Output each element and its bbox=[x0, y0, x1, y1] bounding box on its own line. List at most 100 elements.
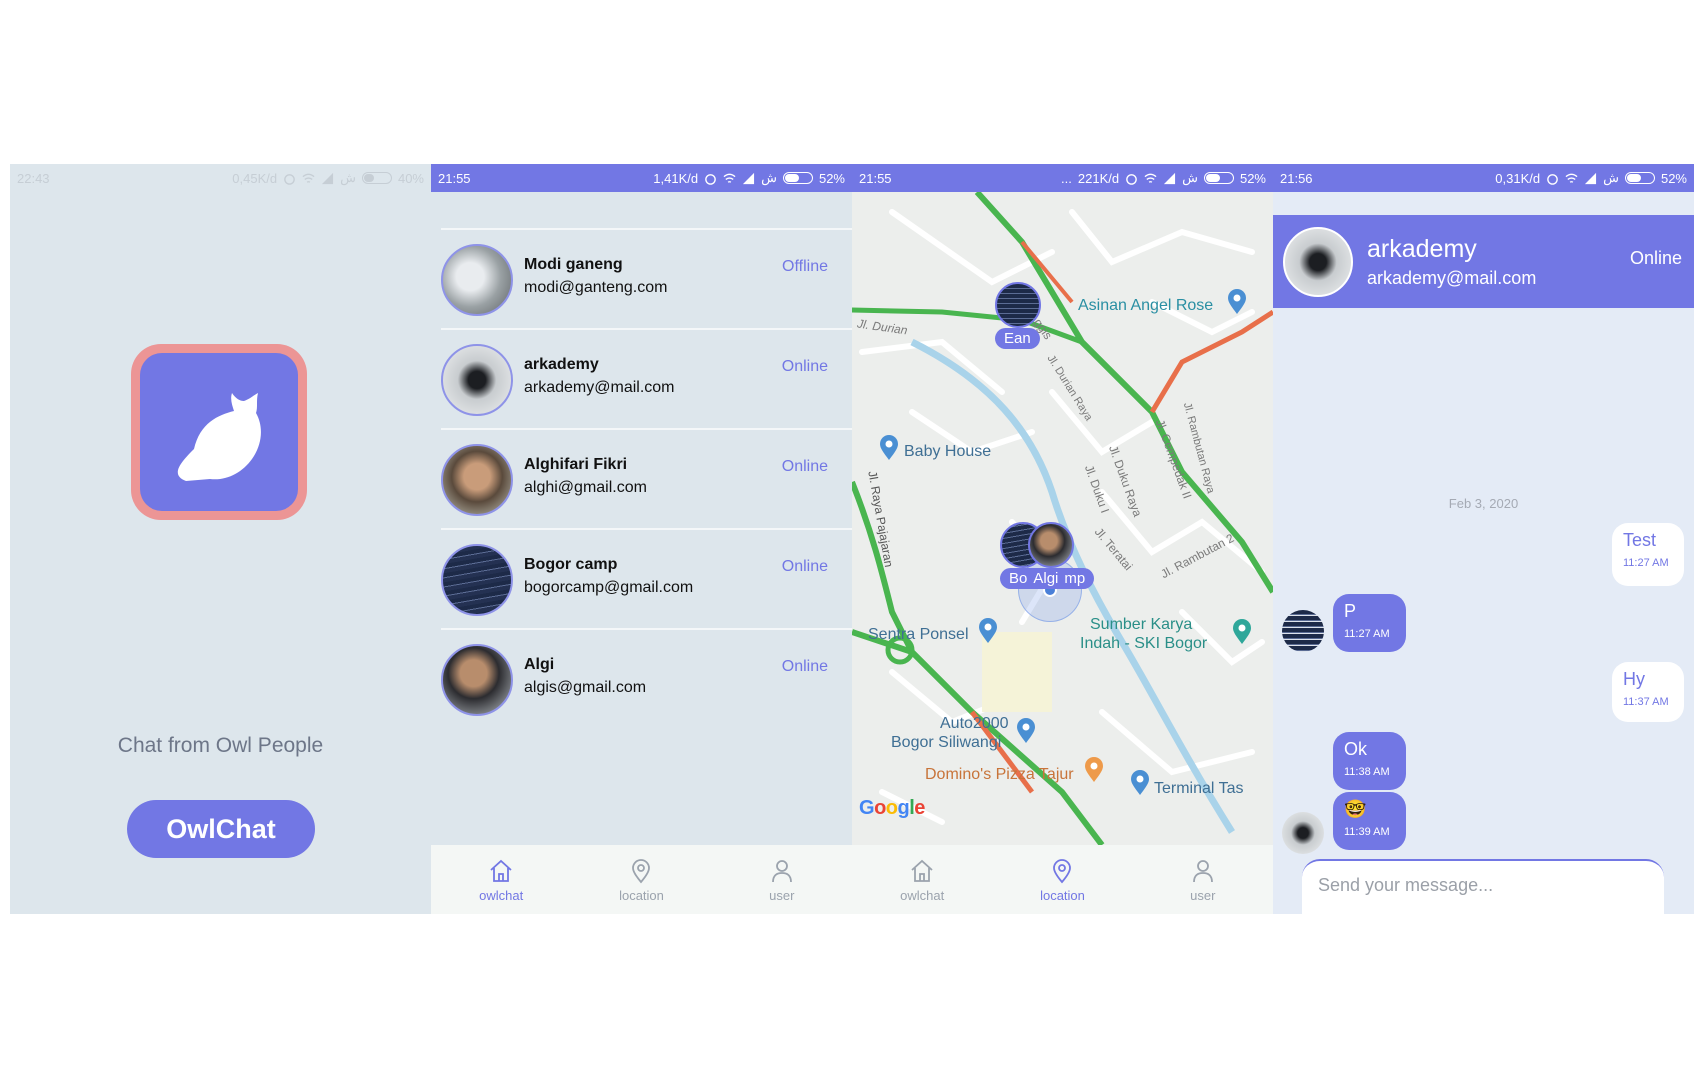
splash-screen: 22:43 0,45K/d ش 40% Chat from Owl People… bbox=[10, 164, 431, 914]
map-place-label: Sumber Karya bbox=[1090, 616, 1193, 633]
contact-status: Online bbox=[781, 558, 828, 575]
message-text: Test bbox=[1623, 530, 1657, 550]
contact-email: modi@ganteng.com bbox=[524, 279, 668, 296]
status-time: 22:43 bbox=[17, 170, 50, 186]
map-place-label: Auto2000 bbox=[940, 715, 1009, 732]
tab-location[interactable]: location bbox=[992, 845, 1132, 914]
carrier-label: ش bbox=[1603, 170, 1619, 185]
chat-screen: 21:56 0,31K/d ش 52% arkademy arkademy@ma… bbox=[1273, 164, 1694, 914]
shopping-pin-icon[interactable] bbox=[1227, 289, 1247, 315]
tree-pin-icon[interactable] bbox=[1232, 619, 1252, 645]
contact-row[interactable]: Modi ganeng modi@ganteng.com Offline bbox=[441, 228, 852, 328]
message-text: Hy bbox=[1623, 669, 1645, 689]
carrier-label: ش bbox=[1182, 170, 1198, 185]
status-speed: 0,45K/d bbox=[232, 170, 278, 186]
user-icon bbox=[771, 860, 792, 883]
contact-status: Online bbox=[781, 458, 828, 475]
battery-icon bbox=[782, 172, 813, 184]
wifi-icon bbox=[302, 173, 315, 183]
contact-name: arkademy bbox=[524, 356, 599, 373]
map-pin-icon bbox=[632, 859, 651, 884]
wifi-icon bbox=[1144, 173, 1157, 183]
tab-label: owlchat bbox=[900, 888, 945, 903]
map-place-label: Baby House bbox=[904, 443, 992, 460]
wifi-icon bbox=[1565, 173, 1578, 183]
tab-owlchat[interactable]: owlchat bbox=[431, 845, 571, 914]
alarm-icon bbox=[705, 173, 716, 185]
wifi-icon bbox=[723, 173, 736, 183]
shopping-pin-icon[interactable] bbox=[1130, 770, 1150, 796]
map-place-label: Indah - SKI Bogor bbox=[1080, 635, 1208, 652]
contact-name: Modi ganeng bbox=[524, 256, 623, 273]
message-text: Ok bbox=[1344, 739, 1368, 759]
message-time: 11:27 AM bbox=[1344, 628, 1390, 640]
tab-location[interactable]: location bbox=[571, 845, 711, 914]
status-speed: 0,31K/d bbox=[1495, 170, 1541, 186]
signal-icon bbox=[743, 172, 755, 184]
tab-label: user bbox=[769, 888, 795, 903]
contact-email: algis@gmail.com bbox=[524, 679, 647, 696]
contact-row[interactable]: Alghifari Fikri alghi@gmail.com Online bbox=[441, 428, 852, 528]
shopping-pin-icon[interactable] bbox=[978, 618, 998, 644]
alarm-icon bbox=[284, 173, 295, 185]
battery-percent: 52% bbox=[1239, 170, 1266, 186]
contact-status: Offline bbox=[782, 258, 828, 275]
user-marker-avatar[interactable] bbox=[1028, 522, 1074, 568]
bottom-tab-bar: owlchat location user bbox=[852, 845, 1273, 914]
message-input[interactable]: Send your message... bbox=[1302, 859, 1664, 914]
owlchat-start-button[interactable]: OwlChat bbox=[127, 800, 315, 858]
tab-label: owlchat bbox=[479, 888, 524, 903]
map-place-label: Domino's Pizza Tajur bbox=[925, 766, 1074, 783]
avatar bbox=[1282, 610, 1324, 652]
user-marker-avatar[interactable] bbox=[995, 282, 1041, 328]
home-icon bbox=[490, 859, 512, 882]
message-bubble-incoming: Ok 11:38 AM bbox=[1333, 732, 1406, 790]
tab-user[interactable]: user bbox=[712, 845, 852, 914]
tab-user[interactable]: user bbox=[1133, 845, 1273, 914]
owl-icon bbox=[177, 393, 261, 481]
user-icon bbox=[1192, 860, 1213, 883]
map-place-label: Sentra Ponsel bbox=[868, 626, 969, 643]
battery-icon bbox=[1203, 172, 1234, 184]
avatar bbox=[441, 344, 513, 416]
avatar bbox=[441, 644, 513, 716]
battery-percent: 40% bbox=[397, 170, 424, 186]
alarm-icon bbox=[1547, 173, 1558, 185]
bottom-tab-bar: owlchat location user bbox=[431, 845, 852, 914]
signal-icon bbox=[322, 172, 334, 184]
home-icon bbox=[911, 859, 933, 882]
status-bar: 21:55 ... 221K/d ش 52% bbox=[852, 164, 1273, 192]
contact-name: Bogor camp bbox=[524, 556, 618, 573]
map-place-label: Terminal Tas bbox=[1154, 780, 1244, 797]
status-bar: 21:55 1,41K/d ش 52% bbox=[431, 164, 852, 192]
tagline: Chat from Owl People bbox=[117, 734, 324, 757]
map-pin-icon bbox=[1053, 859, 1072, 884]
contact-row[interactable]: arkademy arkademy@mail.com Online bbox=[441, 328, 852, 428]
contact-email: bogorcamp@gmail.com bbox=[524, 579, 694, 596]
shopping-pin-icon[interactable] bbox=[879, 435, 899, 461]
message-text: 🤓 bbox=[1344, 799, 1367, 819]
restaurant-pin-icon[interactable] bbox=[1084, 757, 1104, 783]
user-marker-label: Bo Algi mp bbox=[1000, 568, 1095, 589]
status-time: 21:55 bbox=[438, 170, 471, 186]
avatar bbox=[441, 444, 513, 516]
message-time: 11:39 AM bbox=[1344, 826, 1390, 838]
tab-owlchat[interactable]: owlchat bbox=[852, 845, 992, 914]
date-separator: Feb 3, 2020 bbox=[1448, 496, 1519, 511]
user-marker-label: Ean bbox=[995, 328, 1040, 349]
map-view[interactable]: Asinan Angel Rose Baby House Sentra Pons… bbox=[852, 192, 1273, 845]
contacts-screen: 21:55 1,41K/d ش 52% Modi ganeng modi@gan… bbox=[431, 164, 852, 914]
contact-email: arkademy@mail.com bbox=[524, 379, 675, 396]
contact-row[interactable]: Bogor camp bogorcamp@gmail.com Online bbox=[441, 528, 852, 628]
message-bubble-incoming: 🤓 11:39 AM bbox=[1333, 792, 1406, 850]
status-bar: 22:43 0,45K/d ش 40% bbox=[10, 164, 431, 192]
contact-row[interactable]: Algi algis@gmail.com Online bbox=[441, 628, 852, 728]
avatar bbox=[1283, 227, 1353, 297]
alarm-icon bbox=[1126, 173, 1137, 185]
shopping-pin-icon[interactable] bbox=[1016, 718, 1036, 744]
message-time: 11:27 AM bbox=[1623, 557, 1669, 569]
status-dots: ... bbox=[1061, 170, 1072, 186]
carrier-label: ش bbox=[761, 170, 777, 185]
screens-collage: 22:43 0,45K/d ش 40% Chat from Owl People… bbox=[10, 164, 1694, 914]
map-place-label: Bogor Siliwangi bbox=[891, 734, 1002, 751]
